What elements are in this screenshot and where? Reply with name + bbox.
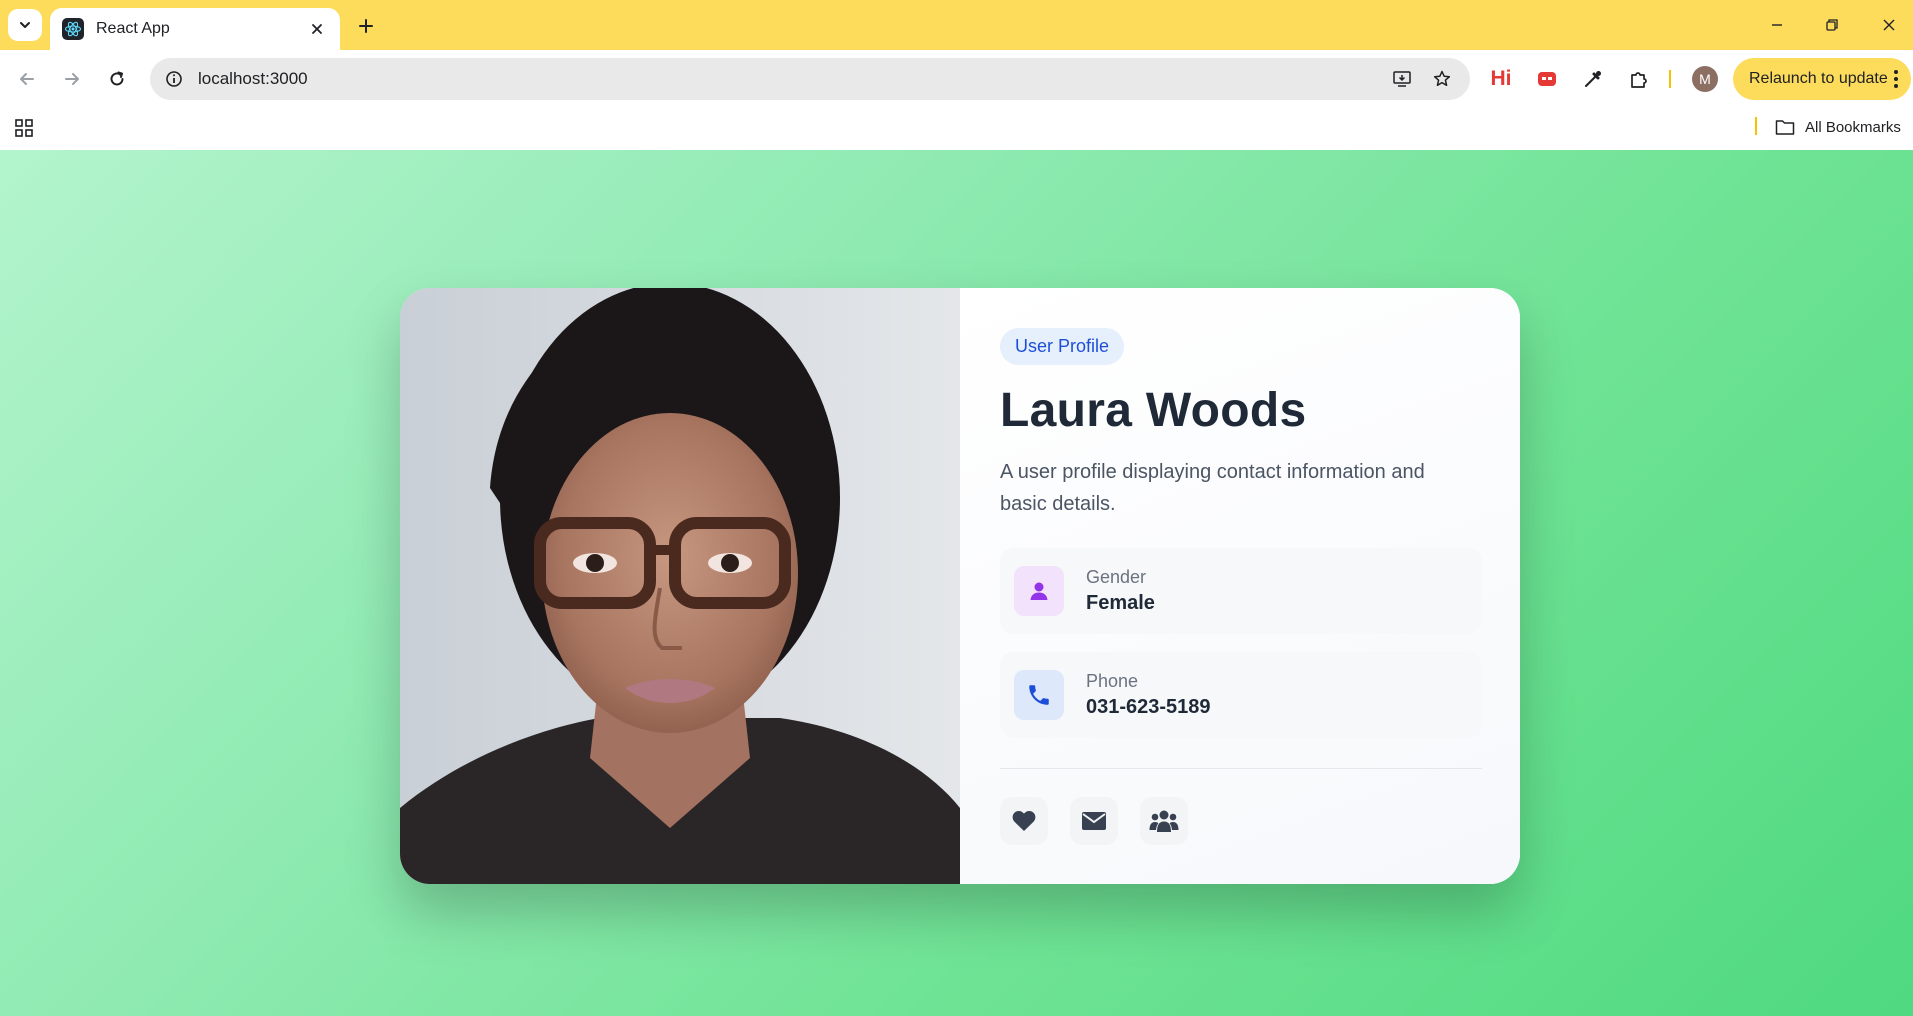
tab-strip: React App: [0, 0, 1913, 50]
back-icon[interactable]: [12, 64, 42, 94]
forward-icon[interactable]: [57, 64, 87, 94]
relaunch-button[interactable]: Relaunch to update: [1733, 58, 1911, 100]
all-bookmarks-button[interactable]: All Bookmarks: [1775, 115, 1901, 139]
extension-red-icon[interactable]: [1532, 64, 1562, 94]
install-app-icon[interactable]: [1388, 65, 1416, 93]
tab-close-icon[interactable]: [306, 18, 328, 40]
profile-badge: User Profile: [1000, 328, 1125, 365]
page-background: User Profile Laura Woods A user profile …: [0, 150, 1913, 1016]
section-divider: [1000, 768, 1482, 769]
bookmark-star-icon[interactable]: [1428, 65, 1456, 93]
chevron-down-icon: [20, 22, 30, 28]
extension-hi-label: Hi: [1490, 67, 1512, 90]
folder-icon: [1775, 120, 1795, 135]
plus-icon: [359, 19, 373, 33]
profile-photo: [400, 288, 960, 884]
eyedropper-icon[interactable]: [1578, 64, 1608, 94]
profile-name: Laura Woods: [1000, 384, 1307, 437]
browser-tab[interactable]: React App: [50, 8, 340, 50]
new-tab-button[interactable]: [352, 12, 380, 40]
group-button[interactable]: [1140, 797, 1188, 845]
url-text: localhost:3000: [198, 69, 308, 88]
reload-icon[interactable]: [102, 64, 132, 94]
all-bookmarks-label: All Bookmarks: [1805, 118, 1901, 136]
action-buttons: [1000, 797, 1482, 845]
envelope-icon: [1082, 812, 1106, 830]
profile-info: User Profile Laura Woods A user profile …: [960, 288, 1520, 884]
bookmarks-bar: All Bookmarks: [0, 108, 1913, 150]
more-vert-icon: [1894, 70, 1898, 88]
profile-description: A user profile displaying contact inform…: [1000, 461, 1425, 515]
extensions-puzzle-icon[interactable]: [1624, 64, 1654, 94]
tab-search-button[interactable]: [8, 9, 42, 41]
relaunch-label: Relaunch to update: [1749, 70, 1888, 87]
profile-avatar[interactable]: M: [1692, 66, 1718, 92]
address-bar[interactable]: localhost:3000: [150, 58, 1470, 100]
gender-value: Female: [1086, 592, 1155, 614]
react-logo-icon: [62, 18, 84, 40]
users-icon: [1149, 810, 1179, 832]
minimize-icon[interactable]: [1761, 10, 1793, 40]
tab-title: React App: [96, 20, 170, 37]
phone-value: 031-623-5189: [1086, 696, 1211, 718]
window-close-icon[interactable]: [1873, 10, 1905, 40]
toolbar-divider: [1669, 70, 1671, 88]
extension-hi-icon[interactable]: Hi: [1486, 64, 1516, 94]
browser-toolbar: localhost:3000 Hi M Relaunch to update: [0, 50, 1913, 108]
gender-field: Gender Female: [1000, 548, 1482, 634]
phone-icon: [1014, 670, 1064, 720]
restore-icon[interactable]: [1816, 10, 1848, 40]
person-icon: [1014, 566, 1064, 616]
apps-grid-icon[interactable]: [12, 116, 36, 140]
email-button[interactable]: [1070, 797, 1118, 845]
like-button[interactable]: [1000, 797, 1048, 845]
bookmarks-divider: [1755, 117, 1757, 135]
heart-icon: [1012, 811, 1036, 831]
phone-field: Phone 031-623-5189: [1000, 652, 1482, 738]
avatar-initial: M: [1699, 71, 1711, 87]
phone-label: Phone: [1086, 671, 1139, 691]
gender-label: Gender: [1086, 567, 1147, 587]
site-info-icon[interactable]: [164, 69, 184, 89]
profile-card: User Profile Laura Woods A user profile …: [400, 288, 1520, 884]
